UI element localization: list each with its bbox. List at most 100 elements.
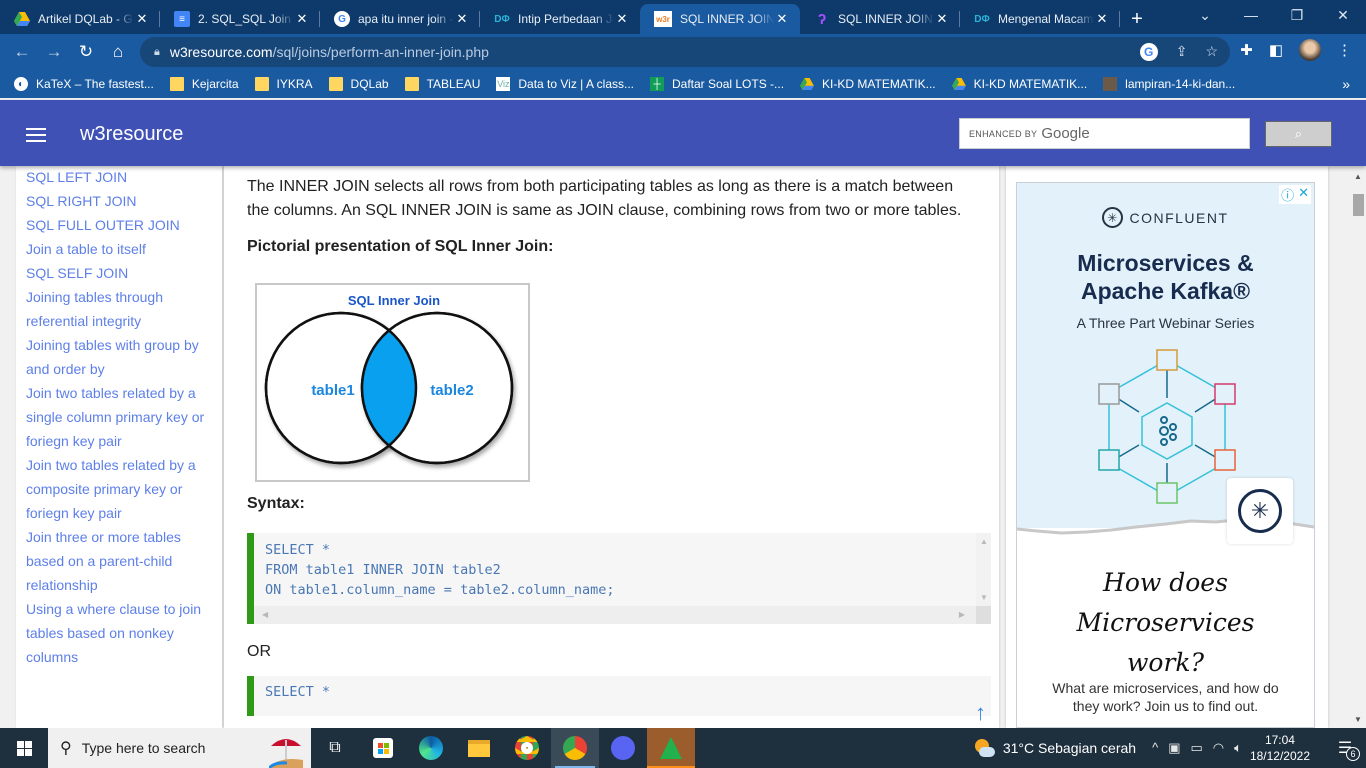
menu-kebab-icon[interactable]: ⋮ [1337, 41, 1352, 59]
close-tab-icon[interactable]: ✕ [614, 11, 630, 27]
meet-now-icon[interactable]: ▣ [1168, 740, 1180, 756]
advertisement-confluent[interactable]: ⓘ ✕ ✳ CONFLUENT Microservices & Apache Kaf… [1016, 182, 1315, 728]
close-window-button[interactable]: ✕ [1320, 0, 1366, 30]
taskbar-search-box[interactable]: ⚲ Type here to search [48, 728, 311, 768]
code-horizontal-scrollbar[interactable]: ◀ ▶ [254, 606, 983, 624]
side-panel-icon[interactable]: ◧ [1269, 41, 1283, 59]
tab-sql-inner-join[interactable]: ʔ SQL INNER JOIN ✕ [800, 4, 960, 34]
site-header: w3resource ENHANCED BY Google ⌕ [0, 100, 1366, 166]
sidebar-link-group-by-order-by[interactable]: Joining tables with group by and order b… [26, 333, 212, 381]
taskbar-chrome-profile[interactable] [503, 728, 551, 768]
clock[interactable]: 17:04 18/12/2022 [1250, 732, 1310, 764]
code-block-alternative[interactable]: SELECT * [247, 676, 991, 716]
scroll-right-arrow[interactable]: ▶ [959, 610, 965, 619]
task-view-button[interactable]: ⧉ [311, 728, 359, 768]
taskbar-chrome-active[interactable] [551, 728, 599, 768]
sidebar-link-parent-child[interactable]: Join three or more tables based on a par… [26, 525, 212, 597]
bookmark-iykra[interactable]: IYKRA [254, 77, 313, 91]
sidebar-link-nonkey-columns[interactable]: Using a where clause to join tables base… [26, 597, 212, 669]
bookmark-label: DQLab [350, 77, 389, 91]
wifi-icon[interactable]: ◠ [1213, 740, 1224, 756]
ad-headline: Microservices & Apache Kafka® [1077, 250, 1254, 304]
close-tab-icon[interactable]: ✕ [774, 11, 790, 27]
share-icon[interactable]: ⇪ [1176, 43, 1188, 61]
tab-sql-join-doc[interactable]: ≡ 2. SQL_SQL Join Tutorial ✕ [160, 4, 320, 34]
close-tab-icon[interactable]: ✕ [134, 11, 150, 27]
page-vertical-scrollbar[interactable]: ▲ ▼ [1350, 166, 1366, 728]
address-bar[interactable]: 🔒︎ w3resource.com/sql/joins/perform-an-i… [140, 37, 1230, 67]
taskbar-file-explorer[interactable] [455, 728, 503, 768]
new-tab-button[interactable]: + [1120, 4, 1154, 34]
tab-title: 2. SQL_SQL Join Tutorial [198, 12, 294, 26]
bookmark-ki-kd-1[interactable]: KI-KD MATEMATIK... [800, 77, 936, 91]
tab-google-search[interactable]: G apa itu inner join - Google ✕ [320, 4, 480, 34]
google-lens-icon[interactable]: G [1139, 43, 1158, 61]
scroll-up-arrow[interactable]: ▲ [1354, 172, 1362, 181]
scrollbar-thumb[interactable] [1353, 194, 1364, 216]
sidebar-link-single-column-key[interactable]: Join two tables related by a single colu… [26, 381, 212, 453]
volume-icon[interactable]: 🔈︎ [1234, 740, 1242, 756]
close-tab-icon[interactable]: ✕ [454, 11, 470, 27]
code-vertical-scrollbar[interactable]: ▲ ▼ [976, 533, 991, 606]
close-tab-icon[interactable]: ✕ [934, 11, 950, 27]
more-bookmarks-chevron[interactable]: » [1342, 76, 1350, 92]
code-text[interactable]: SELECT * FROM table1 INNER JOIN table2 O… [254, 533, 991, 600]
site-logo[interactable]: w3resource [80, 123, 183, 146]
show-hidden-icons-chevron[interactable]: ^ [1152, 740, 1158, 756]
notification-count: 6 [1346, 747, 1360, 761]
weather-partly-cloudy-icon[interactable] [973, 739, 995, 757]
scroll-down-arrow[interactable]: ▼ [980, 593, 988, 602]
bookmark-dqlab[interactable]: DQLab [328, 77, 389, 91]
minimize-button[interactable]: — [1228, 0, 1274, 30]
taskbar-app-green[interactable] [647, 728, 695, 768]
close-tab-icon[interactable]: ✕ [1094, 11, 1110, 27]
battery-icon[interactable]: ▭ [1190, 740, 1202, 756]
reload-button[interactable]: ↻ [70, 36, 102, 68]
sidebar-link-join-table-itself[interactable]: Join a table to itself [26, 237, 212, 261]
tab-artikel-dqlab[interactable]: Artikel DQLab - Google Drive ✕ [0, 4, 160, 34]
tab-mengenal-macam[interactable]: DΦ Mengenal Macam ✕ [960, 4, 1120, 34]
sidebar-link-full-outer-join[interactable]: SQL FULL OUTER JOIN [26, 213, 212, 237]
restore-button[interactable]: ❐ [1274, 0, 1320, 30]
scroll-down-arrow[interactable]: ▼ [1354, 715, 1362, 724]
back-button[interactable]: ← [6, 36, 38, 68]
bookmark-ki-kd-2[interactable]: KI-KD MATEMATIK... [951, 77, 1087, 91]
bookmark-data-to-viz[interactable]: Viz Data to Viz | A class... [496, 77, 634, 91]
extensions-puzzle-icon[interactable]: ✚ [1240, 41, 1253, 59]
code-block-syntax[interactable]: SELECT * FROM table1 INNER JOIN table2 O… [247, 533, 991, 624]
tab-search-icon[interactable]: ⌄ [1182, 0, 1228, 30]
taskbar-ms-store[interactable] [359, 728, 407, 768]
sidebar-link-left-join[interactable]: SQL LEFT JOIN [26, 166, 212, 189]
scroll-left-arrow[interactable]: ◀ [262, 610, 268, 619]
bookmark-daftar-soal[interactable]: ┼ Daftar Soal LOTS -... [650, 77, 784, 91]
sidebar-link-self-join[interactable]: SQL SELF JOIN [26, 261, 212, 285]
site-search-input[interactable]: ENHANCED BY Google [959, 118, 1250, 149]
sidebar-link-right-join[interactable]: SQL RIGHT JOIN [26, 189, 212, 213]
start-button[interactable] [0, 728, 48, 768]
tab-title: apa itu inner join - Google [358, 12, 454, 26]
bookmark-lampiran[interactable]: lampiran-14-ki-dan... [1103, 77, 1235, 91]
taskbar-discord[interactable] [599, 728, 647, 768]
home-button[interactable]: ⌂ [102, 36, 134, 68]
forward-button[interactable]: → [38, 36, 70, 68]
action-center-button[interactable]: ☰ 6 [1330, 733, 1360, 763]
hamburger-menu-icon[interactable] [26, 128, 46, 142]
weather-text[interactable]: 31°C Sebagian cerah [1003, 740, 1136, 756]
ad-close-icon[interactable]: ✕ [1298, 185, 1309, 204]
taskbar-edge[interactable] [407, 728, 455, 768]
bookmark-star-icon[interactable]: ☆ [1205, 43, 1218, 61]
sidebar-link-composite-key[interactable]: Join two tables related by a composite p… [26, 453, 212, 525]
close-tab-icon[interactable]: ✕ [294, 11, 310, 27]
tab-intip-perbedaan[interactable]: DΦ Intip Perbedaan Jenis ✕ [480, 4, 640, 34]
sidebar-link-referential-integrity[interactable]: Joining tables through referential integ… [26, 285, 212, 333]
site-search-button[interactable]: ⌕ [1265, 121, 1332, 147]
bookmark-tableau[interactable]: TABLEAU [404, 77, 480, 91]
scroll-up-arrow[interactable]: ▲ [980, 537, 988, 546]
profile-avatar[interactable] [1299, 39, 1321, 61]
back-to-top-arrow-icon[interactable]: ↑ [975, 700, 986, 726]
tab-sql-inner-join-w3resource[interactable]: w3r SQL INNER JOIN - w3resource ✕ [640, 4, 800, 34]
ad-info-icon[interactable]: ⓘ [1281, 185, 1294, 204]
code-text[interactable]: SELECT * [254, 676, 991, 702]
bookmark-kejarcita[interactable]: Kejarcita [169, 77, 239, 91]
bookmark-katex[interactable]: ◐ KaTeX – The fastest... [14, 77, 154, 91]
